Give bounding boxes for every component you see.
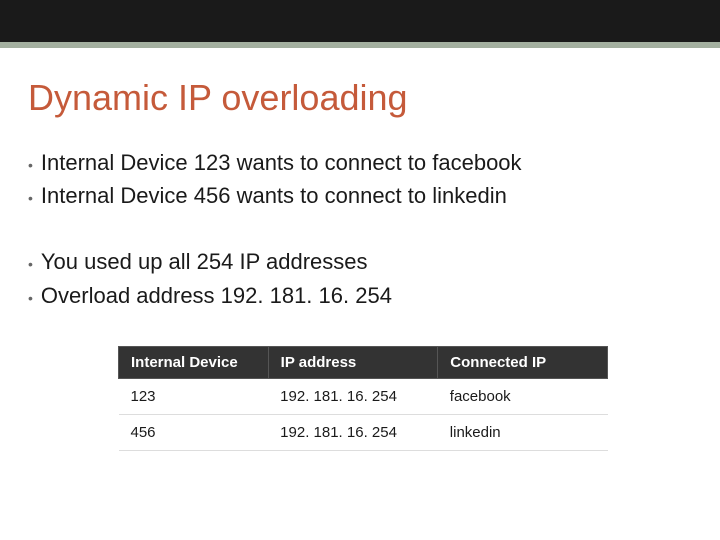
bullet-group-2: • You used up all 254 IP addresses • Ove… [28,247,692,310]
cell-connected: linkedin [438,415,608,451]
bullet-item: • Internal Device 123 wants to connect t… [28,148,692,178]
header-connected-ip: Connected IP [438,347,608,379]
bullet-text: You used up all 254 IP addresses [41,247,368,277]
bullet-icon: • [28,156,33,176]
bullet-icon: • [28,289,33,309]
nat-table: Internal Device IP address Connected IP … [118,346,608,451]
header-bar [0,0,720,42]
bullet-text: Overload address 192. 181. 16. 254 [41,281,392,311]
page-title: Dynamic IP overloading [28,78,692,118]
table-row: 123 192. 181. 16. 254 facebook [119,379,608,415]
cell-device: 456 [119,415,269,451]
bullet-group-1: • Internal Device 123 wants to connect t… [28,148,692,211]
bullet-icon: • [28,255,33,275]
bullet-icon: • [28,189,33,209]
table-header-row: Internal Device IP address Connected IP [119,347,608,379]
bullet-text: Internal Device 456 wants to connect to … [41,181,507,211]
header-internal-device: Internal Device [119,347,269,379]
cell-connected: facebook [438,379,608,415]
slide-content: Dynamic IP overloading • Internal Device… [0,48,720,451]
bullet-item: • Overload address 192. 181. 16. 254 [28,281,692,311]
bullet-text: Internal Device 123 wants to connect to … [41,148,522,178]
bullet-item: • You used up all 254 IP addresses [28,247,692,277]
cell-ip: 192. 181. 16. 254 [268,415,438,451]
nat-table-container: Internal Device IP address Connected IP … [118,346,692,451]
cell-device: 123 [119,379,269,415]
table-row: 456 192. 181. 16. 254 linkedin [119,415,608,451]
cell-ip: 192. 181. 16. 254 [268,379,438,415]
header-ip-address: IP address [268,347,438,379]
bullet-item: • Internal Device 456 wants to connect t… [28,181,692,211]
